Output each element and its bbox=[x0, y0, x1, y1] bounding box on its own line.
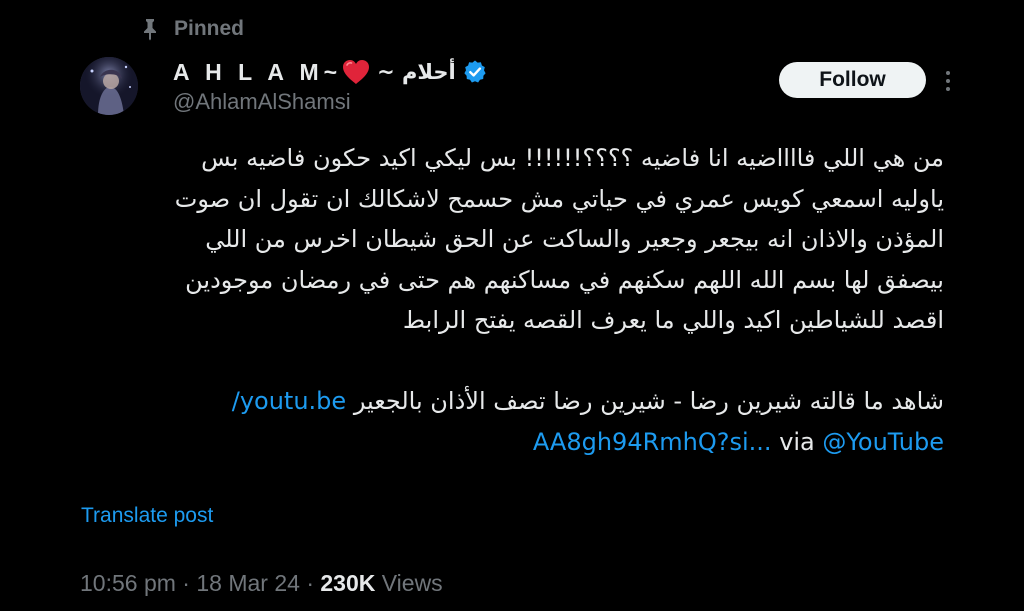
author-name-tilde: ~ bbox=[323, 58, 338, 85]
tweet-text: من هي اللي فااااضيه انا فاضيه ؟؟؟؟!!!!!!… bbox=[78, 138, 944, 462]
views-label: Views bbox=[381, 570, 443, 596]
views-count: 230K bbox=[320, 570, 376, 596]
tweet-text-line: بيصفق لها بسم الله اللهم سكنهم في مساكنه… bbox=[185, 265, 944, 294]
author-name[interactable]: A H L A M ~ ~ أحلام bbox=[173, 55, 488, 89]
post-time[interactable]: 10:56 pm bbox=[80, 570, 176, 596]
post-date[interactable]: 18 Mar 24 bbox=[196, 570, 300, 596]
meta-separator: · bbox=[306, 570, 314, 596]
pinned-label: Pinned bbox=[174, 17, 245, 40]
post-meta: 10:56 pm · 18 Mar 24 · 230K Views bbox=[80, 570, 443, 597]
author-handle[interactable]: @AhlamAlShamsi bbox=[173, 89, 351, 115]
more-options-icon[interactable] bbox=[942, 68, 954, 94]
meta-separator: · bbox=[182, 570, 190, 596]
verified-badge-icon bbox=[462, 59, 488, 85]
pin-icon bbox=[140, 17, 160, 41]
author-name-arabic: ~ أحلام bbox=[377, 60, 456, 84]
follow-button[interactable]: Follow bbox=[779, 62, 926, 98]
link-caption-line: شاهد ما قالته شيرين رضا - شيرين رضا تصف … bbox=[78, 381, 944, 422]
via-text: via bbox=[779, 427, 815, 456]
tweet-text-line: من هي اللي فااااضيه انا فاضيه ؟؟؟؟!!!!!!… bbox=[201, 144, 944, 172]
youtube-link-part2[interactable]: AA8gh94RmhQ?si... bbox=[533, 428, 772, 456]
tweet-text-spacer bbox=[78, 341, 944, 382]
link-line: AA8gh94RmhQ?si... via @YouTube bbox=[78, 422, 944, 463]
youtube-link-part1[interactable]: youtu.be/ bbox=[232, 387, 346, 415]
translate-post-link[interactable]: Translate post bbox=[81, 504, 213, 528]
heart-icon bbox=[341, 58, 371, 86]
youtube-mention-link[interactable]: @YouTube bbox=[822, 428, 944, 456]
avatar[interactable] bbox=[80, 57, 138, 115]
tweet-text-line: اقصد للشياطين اكيد واللي ما يعرف القصه ي… bbox=[402, 306, 944, 334]
tweet-text-line: المؤذن والاذان انه بيجعر وجعير والساكت ع… bbox=[205, 225, 944, 253]
author-name-latin: A H L A M bbox=[173, 58, 324, 85]
tweet-text-line: ياوليه اسمعي كويس عمري في حياتي مش حسمح … bbox=[174, 184, 944, 213]
pinned-indicator: Pinned bbox=[140, 14, 244, 44]
link-caption: شاهد ما قالته شيرين رضا - شيرين رضا تصف … bbox=[353, 387, 944, 415]
